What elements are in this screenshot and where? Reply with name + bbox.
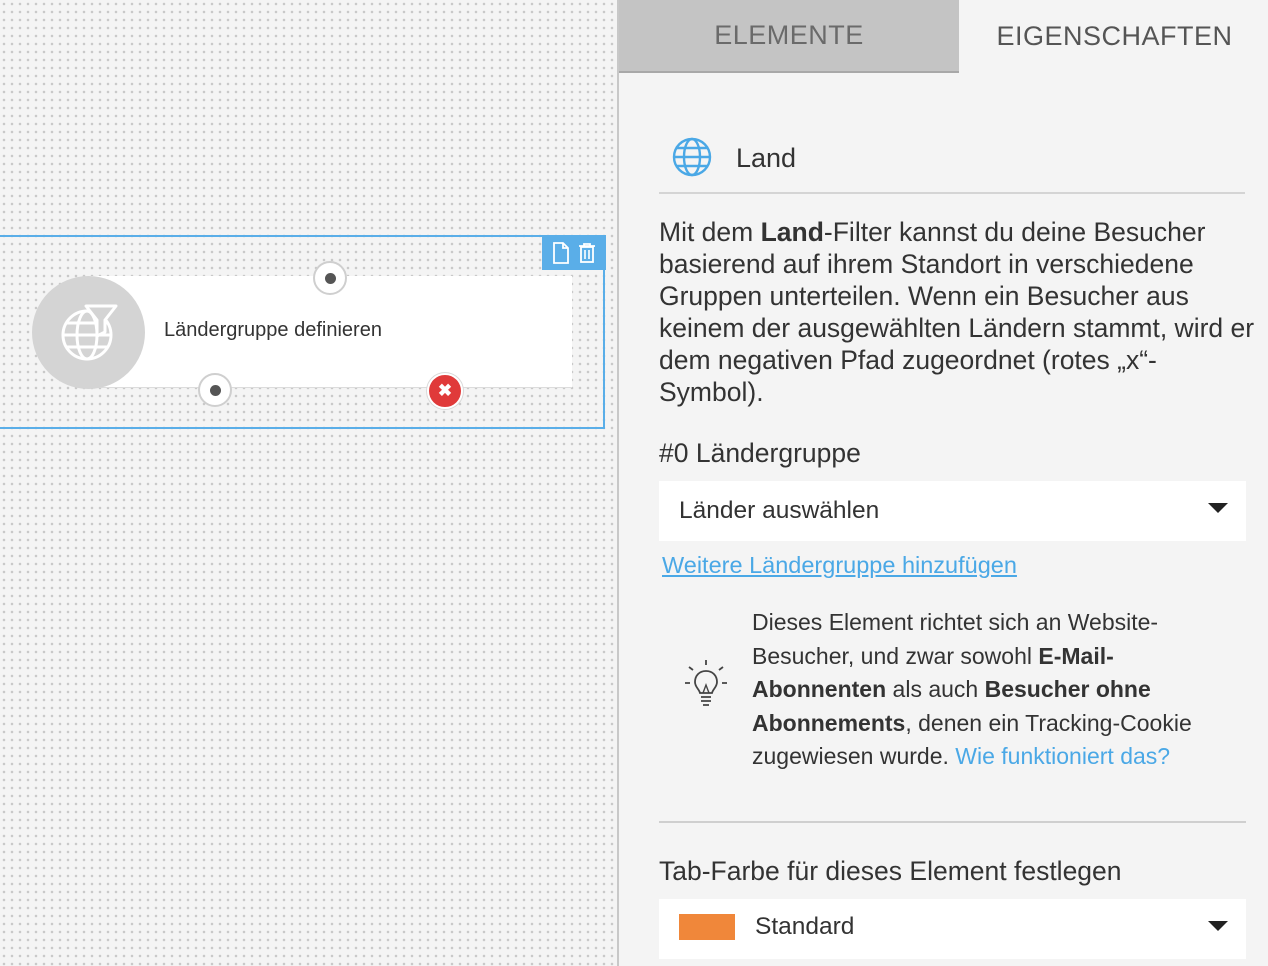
countries-select-value: Länder auswählen <box>679 497 880 524</box>
node-positive-port[interactable] <box>198 373 232 407</box>
tab-eigenschaften[interactable]: EIGENSCHAFTEN <box>959 0 1268 73</box>
element-header: Land <box>659 132 1245 194</box>
hint-text: Dieses Element richtet sich an Website-B… <box>752 606 1212 774</box>
color-swatch <box>679 914 735 940</box>
description-text: Mit dem <box>659 217 761 247</box>
description-bold: Land <box>760 217 824 247</box>
countries-select[interactable]: Länder auswählen <box>659 481 1246 541</box>
chevron-down-icon <box>1208 503 1228 513</box>
globe-filter-icon <box>61 304 117 360</box>
node-input-port[interactable] <box>313 261 347 295</box>
close-icon: ✖ <box>437 381 453 400</box>
hint-part: als auch <box>886 676 985 702</box>
tab-color-label: Tab-Farbe für dieses Element festlegen <box>659 856 1122 886</box>
chevron-down-icon <box>1208 921 1228 931</box>
element-description: Mit dem Land-Filter kannst du deine Besu… <box>659 216 1259 408</box>
globe-icon <box>672 137 712 177</box>
country-group-label: #0 Ländergruppe <box>659 438 861 468</box>
tab-color-select-value: Standard <box>755 913 855 940</box>
tab-color-select[interactable]: Standard <box>659 899 1246 959</box>
node-negative-port[interactable]: ✖ <box>427 373 463 409</box>
node-title: Ländergruppe definieren <box>164 319 382 341</box>
node-actions-bar <box>542 235 606 270</box>
divider <box>659 821 1246 823</box>
node-icon-circle <box>32 276 145 389</box>
tab-elemente[interactable]: ELEMENTE <box>619 0 959 73</box>
copy-icon[interactable] <box>549 241 573 265</box>
properties-panel: ELEMENTE EIGENSCHAFTEN Land Mit dem Land… <box>617 0 1268 966</box>
how-it-works-link[interactable]: Wie funktioniert das? <box>955 743 1170 769</box>
workflow-canvas[interactable]: Ländergruppe definieren ✖ <box>0 0 617 966</box>
lightbulb-icon <box>685 660 727 706</box>
panel-tabs: ELEMENTE EIGENSCHAFTEN <box>619 0 1268 73</box>
add-country-group-link[interactable]: Weitere Ländergruppe hinzufügen <box>662 552 1017 579</box>
element-title: Land <box>736 143 797 173</box>
trash-icon[interactable] <box>575 241 599 265</box>
